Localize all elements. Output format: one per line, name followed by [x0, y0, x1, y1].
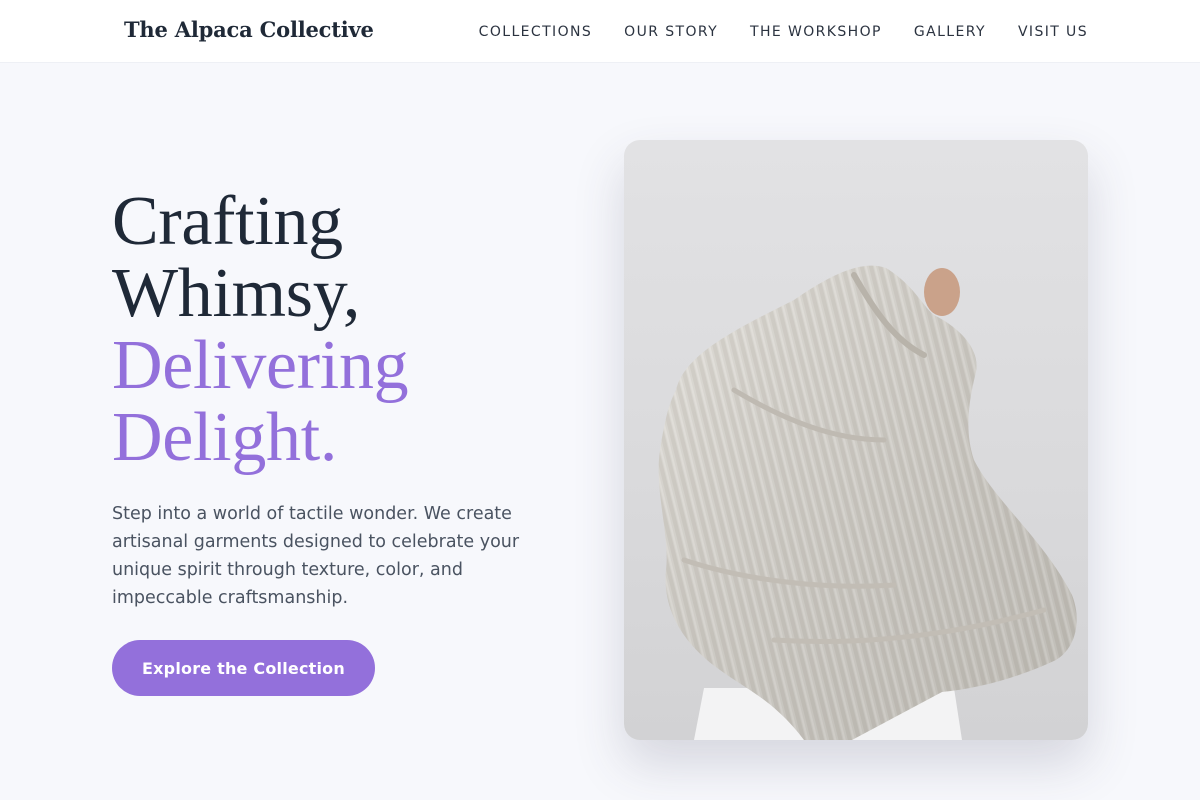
site-header: The Alpaca Collective COLLECTIONS OUR ST… — [0, 0, 1200, 63]
hero-image — [624, 140, 1088, 740]
nav-link-visit-us[interactable]: VISIT US — [1018, 24, 1088, 40]
nav-link-gallery[interactable]: GALLERY — [914, 24, 986, 40]
explore-collection-button[interactable]: Explore the Collection — [112, 640, 375, 696]
nav-link-the-workshop[interactable]: THE WORKSHOP — [750, 24, 882, 40]
hero-description: Step into a world of tactile wonder. We … — [112, 504, 520, 608]
main-nav: COLLECTIONS OUR STORY THE WORKSHOP GALLE… — [479, 24, 1088, 40]
headline-accent-line-1: Delivering — [112, 327, 409, 404]
brand-logo[interactable]: The Alpaca Collective — [124, 17, 374, 42]
hand-top — [924, 268, 960, 316]
headline-accent-line-2: Delight. — [112, 399, 338, 476]
hero-copy: Crafting Whimsy, Delivering Delight. Ste… — [112, 186, 552, 612]
headline-line-2: Whimsy, — [112, 255, 361, 332]
nav-link-collections[interactable]: COLLECTIONS — [479, 24, 592, 40]
sweater-illustration — [658, 265, 1077, 740]
headline-line-1: Crafting — [112, 183, 343, 260]
hero-headline: Crafting Whimsy, Delivering Delight. — [112, 186, 552, 474]
nav-link-our-story[interactable]: OUR STORY — [624, 24, 718, 40]
